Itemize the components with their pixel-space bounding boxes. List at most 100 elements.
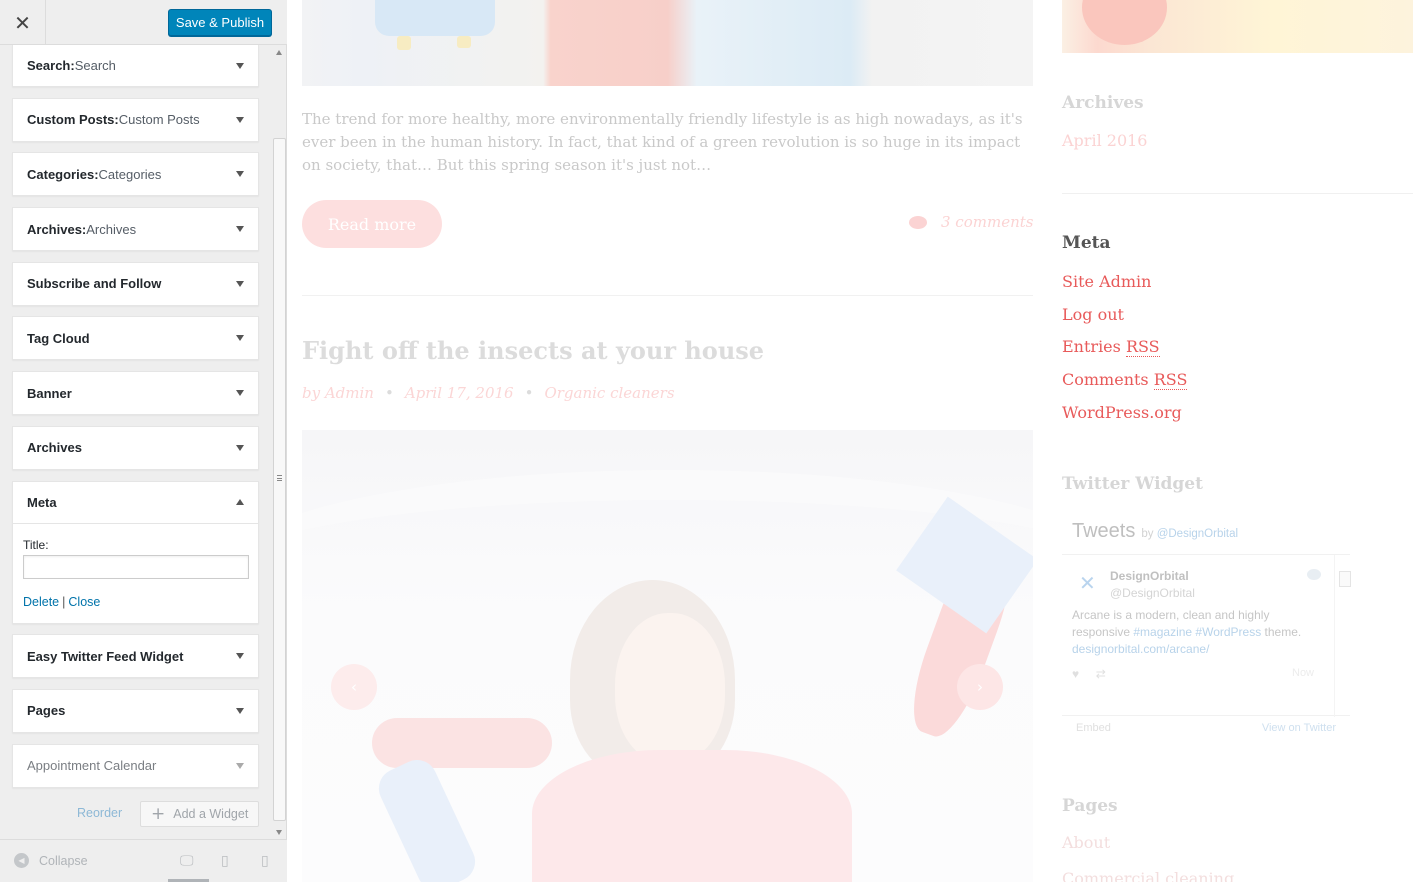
- site-preview: The trend for more healthy, more environ…: [287, 0, 1427, 882]
- post-meta: by Admin • April 17, 2016 • Organic cleaners: [302, 384, 675, 402]
- add-widget-button[interactable]: + Add a Widget: [140, 801, 259, 827]
- widget-title: Custom Posts: Custom Posts: [27, 112, 200, 128]
- add-widget-label: Add a Widget: [173, 807, 249, 821]
- twitter-footer: Embed View on Twitter: [1076, 722, 1336, 734]
- slider-prev-button[interactable]: ‹: [331, 664, 377, 710]
- spray-bottle-shape: [372, 753, 482, 882]
- widget-title: Archives: Archives: [27, 221, 137, 237]
- chevron-up-icon[interactable]: [236, 499, 244, 505]
- chevron-down-icon[interactable]: [236, 226, 244, 233]
- tweet-actions: ♥ ⇄: [1072, 667, 1106, 681]
- comment-icon: [909, 215, 927, 229]
- widget-actions: Delete | Close: [23, 595, 248, 609]
- meta-links: Site Admin Log out Entries RSS Comments …: [1062, 270, 1188, 434]
- post-excerpt: The trend for more healthy, more environ…: [302, 110, 1023, 174]
- widget-custom-posts[interactable]: Custom Posts: Custom Posts: [12, 97, 259, 142]
- scroll-down-arrow-icon[interactable]: [276, 830, 282, 835]
- tweet-text: Arcane is a modern, clean and highly res…: [1072, 608, 1302, 656]
- close-customizer-button[interactable]: ✕: [0, 0, 46, 45]
- chevron-down-icon[interactable]: [236, 62, 244, 69]
- view-on-twitter-link[interactable]: View on Twitter: [1262, 722, 1336, 734]
- chevron-down-icon[interactable]: [236, 280, 244, 287]
- post-date[interactable]: April 17, 2016: [405, 384, 514, 402]
- close-link[interactable]: Close: [68, 595, 100, 609]
- wordpress-org-link[interactable]: WordPress.org: [1062, 401, 1187, 434]
- chevron-down-icon[interactable]: [236, 171, 244, 178]
- slider-next-button[interactable]: ›: [957, 664, 1003, 710]
- widget-title: Meta: [27, 494, 57, 510]
- reorder-link[interactable]: Reorder: [77, 806, 122, 820]
- post-category[interactable]: Organic cleaners: [544, 384, 674, 402]
- sidebar-banner-image: [1062, 0, 1413, 53]
- widget-meta: Meta Title: Delete | Close: [12, 480, 259, 624]
- log-out-link[interactable]: Log out: [1062, 303, 1187, 336]
- post-title[interactable]: Fight off the insects at your house: [302, 336, 764, 365]
- widget-list: Search: Search Custom Posts: Custom Post…: [12, 45, 259, 798]
- widget-appointment-calendar[interactable]: Appointment Calendar: [12, 743, 259, 788]
- widget-archives-2[interactable]: Archives: [12, 425, 259, 470]
- widget-categories[interactable]: Categories: Categories: [12, 152, 259, 197]
- post-slider-image: [302, 430, 1033, 882]
- delete-link[interactable]: Delete: [23, 595, 59, 609]
- widget-easy-twitter-feed[interactable]: Easy Twitter Feed Widget: [12, 634, 259, 679]
- ball-shape: [1082, 0, 1167, 45]
- pages-link-commercial[interactable]: Commercial cleaning: [1062, 869, 1234, 882]
- pages-link-about[interactable]: About: [1062, 833, 1110, 852]
- widget-title: Categories: Categories: [27, 166, 162, 182]
- chevron-down-icon[interactable]: [236, 444, 244, 451]
- collapse-button[interactable]: ◀ Collapse: [14, 853, 88, 868]
- comments-rss-link[interactable]: Comments RSS: [1062, 368, 1188, 401]
- like-icon[interactable]: ♥: [1072, 667, 1079, 681]
- entries-rss-link[interactable]: Entries RSS: [1062, 335, 1187, 368]
- tweets-handle[interactable]: @DesignOrbital: [1157, 528, 1238, 540]
- face-shape: [615, 613, 725, 763]
- retweet-icon[interactable]: ⇄: [1096, 667, 1106, 681]
- tweet-author-name[interactable]: DesignOrbital: [1110, 569, 1189, 583]
- widget-meta-header[interactable]: Meta: [13, 482, 258, 524]
- chevron-down-icon[interactable]: [236, 762, 244, 769]
- chevron-down-icon[interactable]: [236, 707, 244, 714]
- widget-tag-cloud[interactable]: Tag Cloud: [12, 316, 259, 361]
- widget-title: Archives: [27, 440, 82, 456]
- widget-archives-1[interactable]: Archives: Archives: [12, 207, 259, 252]
- title-field[interactable]: [23, 554, 249, 579]
- read-more-button[interactable]: Read more: [302, 200, 442, 248]
- post-author[interactable]: by Admin: [302, 384, 374, 402]
- widget-pages[interactable]: Pages: [12, 688, 259, 733]
- chevron-down-icon[interactable]: [236, 116, 244, 123]
- mobile-icon[interactable]: ▯: [261, 853, 269, 869]
- link-separator: |: [62, 594, 66, 609]
- tablet-icon[interactable]: ▯: [221, 853, 229, 869]
- comments-link[interactable]: 3 comments: [909, 213, 1033, 231]
- peg-shape: [457, 36, 471, 48]
- save-publish-button[interactable]: Save & Publish: [168, 9, 272, 36]
- embed-link[interactable]: Embed: [1076, 722, 1111, 734]
- tweet-author-handle[interactable]: @DesignOrbital: [1110, 586, 1195, 600]
- tweet-list: ✕ DesignOrbital @DesignOrbital Arcane is…: [1062, 554, 1351, 717]
- widget-title: Banner: [27, 385, 72, 401]
- scrollbar-thumb[interactable]: [1339, 571, 1351, 587]
- customizer-screen: ✕ Save & Publish Search: Search Custom P…: [0, 0, 1427, 882]
- desktop-icon[interactable]: 🖵: [180, 853, 194, 869]
- archives-link[interactable]: April 2016: [1062, 131, 1147, 150]
- chevron-down-icon[interactable]: [236, 390, 244, 397]
- title-field-label: Title:: [23, 537, 49, 552]
- widget-search[interactable]: Search: Search: [12, 45, 259, 87]
- scroll-up-arrow-icon[interactable]: [276, 50, 282, 55]
- grip-icon: [277, 475, 282, 481]
- chevron-down-icon[interactable]: [236, 653, 244, 660]
- customizer-sidebar: ✕ Save & Publish Search: Search Custom P…: [0, 0, 287, 882]
- tweet-scrollbar[interactable]: [1334, 555, 1351, 717]
- site-admin-link[interactable]: Site Admin: [1062, 270, 1187, 303]
- widget-title: Appointment Calendar: [27, 758, 157, 774]
- collapse-label: Collapse: [39, 853, 88, 868]
- chevron-down-icon[interactable]: [236, 335, 244, 342]
- widget-banner[interactable]: Banner: [12, 371, 259, 416]
- widget-actions-bar: Reorder + Add a Widget: [12, 801, 259, 827]
- tweet-link[interactable]: designorbital.com/arcane/: [1072, 642, 1209, 656]
- widget-subscribe-follow[interactable]: Subscribe and Follow: [12, 261, 259, 306]
- meta-heading: Meta: [1062, 233, 1111, 253]
- sidebar-scrollbar[interactable]: [273, 45, 286, 839]
- widget-title: Search: Search: [27, 58, 116, 73]
- scrollbar-thumb[interactable]: [273, 138, 286, 821]
